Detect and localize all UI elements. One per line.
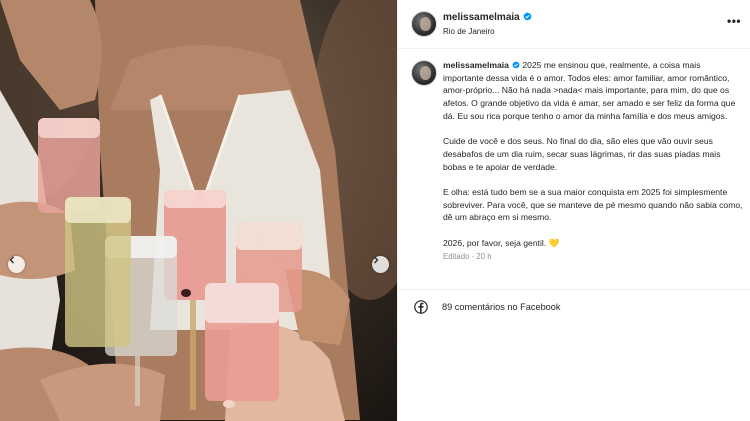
edited-label: Editado [443, 252, 470, 262]
more-options-button[interactable]: ••• [727, 14, 741, 28]
chevron-right-icon [374, 256, 379, 264]
previous-photo-button[interactable] [8, 256, 25, 273]
post-sidebar: melissamelmaia Rio de Janeiro ••• meliss… [397, 0, 750, 421]
verified-badge-icon [512, 61, 520, 69]
verified-badge-icon [523, 12, 532, 21]
chevron-left-icon [9, 256, 14, 264]
post-author[interactable]: melissamelmaia [443, 12, 532, 23]
post-caption: melissamelmaia 2025 me ensinou que, real… [398, 49, 750, 289]
caption-paragraph-1: melissamelmaia 2025 me ensinou que, real… [443, 59, 743, 123]
post-author-username[interactable]: melissamelmaia [443, 12, 520, 23]
more-horizontal-icon: ••• [727, 14, 742, 28]
champagne-toast-image [0, 0, 397, 421]
caption-paragraph-3: E olha: está tudo bem se a sua maior con… [443, 186, 743, 223]
facebook-comments-link[interactable]: 89 comentários no Facebook [398, 289, 750, 325]
post-location[interactable]: Rio de Janeiro [443, 27, 495, 36]
next-photo-button[interactable] [372, 256, 389, 273]
facebook-comments-text[interactable]: 89 comentários no Facebook [442, 302, 561, 312]
post-time[interactable]: 20 h [476, 252, 491, 261]
caption-username[interactable]: melissamelmaia [443, 60, 509, 70]
caption-paragraph-2: Cuide de você e dos seus. No final do di… [443, 136, 721, 172]
facebook-icon [414, 300, 428, 314]
post-meta: Editado · 20 h [443, 251, 743, 264]
post-photo[interactable] [0, 0, 397, 421]
meta-separator: · [471, 252, 475, 262]
post-header: melissamelmaia Rio de Janeiro ••• [398, 0, 750, 49]
avatar[interactable] [411, 11, 437, 37]
caption-avatar[interactable] [411, 60, 437, 86]
caption-paragraph-4: 2026, por favor, seja gentil. 💛 [443, 237, 560, 248]
caption-text: melissamelmaia 2025 me ensinou que, real… [443, 59, 743, 264]
